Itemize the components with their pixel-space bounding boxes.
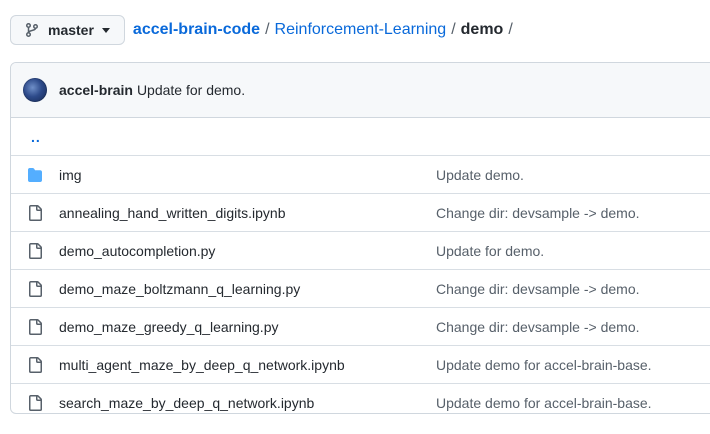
file-row[interactable]: search_maze_by_deep_q_network.ipynb Updat… bbox=[11, 384, 710, 413]
file-browser: accel-brain Update for demo. .. img Updat… bbox=[10, 62, 710, 414]
folder-icon bbox=[27, 167, 51, 183]
breadcrumb-separator: / bbox=[265, 21, 270, 38]
file-name-link[interactable]: demo_autocompletion.py bbox=[59, 243, 215, 259]
commit-message-link[interactable]: Update for demo. bbox=[137, 82, 245, 98]
commit-message-link[interactable]: Change dir: devsample -> demo. bbox=[436, 281, 640, 297]
git-branch-icon bbox=[24, 22, 40, 38]
breadcrumb-repo-link[interactable]: accel-brain-code bbox=[133, 21, 260, 39]
file-row[interactable]: annealing_hand_written_digits.ipynb Chang… bbox=[11, 194, 710, 232]
file-icon bbox=[27, 356, 51, 373]
commit-message-link[interactable]: Update demo for accel-brain-base. bbox=[436, 395, 652, 411]
file-row[interactable]: demo_maze_greedy_q_learning.py Change dir… bbox=[11, 308, 710, 346]
commit-author-link[interactable]: accel-brain bbox=[59, 82, 133, 98]
file-icon bbox=[27, 318, 51, 335]
file-row[interactable]: img Update demo. bbox=[11, 156, 710, 194]
file-icon bbox=[27, 242, 51, 259]
file-name-link[interactable]: demo_maze_greedy_q_learning.py bbox=[59, 319, 278, 335]
file-name-link[interactable]: annealing_hand_written_digits.ipynb bbox=[59, 205, 286, 221]
breadcrumb-separator: / bbox=[451, 21, 456, 38]
avatar[interactable] bbox=[23, 78, 47, 102]
commit-message-link[interactable]: Update demo for accel-brain-base. bbox=[436, 357, 652, 373]
breadcrumb-separator: / bbox=[508, 21, 513, 38]
parent-directory-row[interactable]: .. bbox=[11, 118, 710, 156]
commit-message-link[interactable]: Update for demo. bbox=[436, 243, 544, 259]
file-name-link[interactable]: search_maze_by_deep_q_network.ipynb bbox=[59, 395, 314, 411]
commit-message-link[interactable]: Change dir: devsample -> demo. bbox=[436, 205, 640, 221]
breadcrumb: accel-brain-code / Reinforcement-Learnin… bbox=[133, 21, 518, 39]
branch-selector-button[interactable]: master bbox=[10, 15, 125, 45]
commit-message-link[interactable]: Update demo. bbox=[436, 167, 524, 183]
file-row[interactable]: demo_autocompletion.py Update for demo. bbox=[11, 232, 710, 270]
file-row[interactable]: multi_agent_maze_by_deep_q_network.ipynb… bbox=[11, 346, 710, 384]
topbar: master accel-brain-code / Reinforcement-… bbox=[10, 14, 518, 46]
file-row[interactable]: demo_maze_boltzmann_q_learning.py Change … bbox=[11, 270, 710, 308]
latest-commit-header: accel-brain Update for demo. bbox=[11, 63, 710, 118]
breadcrumb-current: demo bbox=[460, 21, 504, 38]
file-icon bbox=[27, 204, 51, 221]
parent-directory-link[interactable]: .. bbox=[31, 129, 41, 145]
chevron-down-icon bbox=[101, 27, 110, 33]
file-icon bbox=[27, 394, 51, 411]
breadcrumb-folder-link[interactable]: Reinforcement-Learning bbox=[275, 21, 447, 39]
file-name-link[interactable]: multi_agent_maze_by_deep_q_network.ipynb bbox=[59, 357, 345, 373]
file-icon bbox=[27, 280, 51, 297]
branch-label: master bbox=[48, 22, 94, 38]
commit-message-link[interactable]: Change dir: devsample -> demo. bbox=[436, 319, 640, 335]
file-name-link[interactable]: demo_maze_boltzmann_q_learning.py bbox=[59, 281, 300, 297]
file-name-link[interactable]: img bbox=[59, 167, 82, 183]
